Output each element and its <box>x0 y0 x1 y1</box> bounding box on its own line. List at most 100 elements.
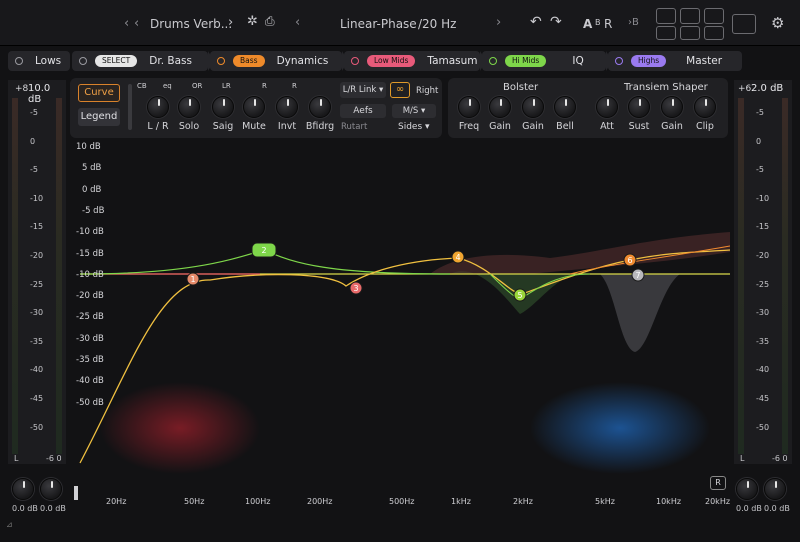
ms-select[interactable]: M/S ▾ <box>392 104 436 118</box>
transient-knob[interactable] <box>661 96 683 118</box>
band-dr-bass[interactable]: SELECT Dr. Bass <box>72 51 214 71</box>
prev-mode-icon[interactable]: ‹ <box>295 15 300 30</box>
phase-mode-value: /20 Hz <box>418 17 457 31</box>
eq-node-label: 4 <box>455 253 460 262</box>
channel-scroll-handle[interactable] <box>128 84 132 130</box>
db-label: -10 dB <box>76 269 104 280</box>
channel-knob[interactable] <box>309 96 331 118</box>
lr-link-select[interactable]: L/R Link ▾ <box>340 82 386 98</box>
meter-scale-label: -45 <box>30 394 44 403</box>
phase-mode[interactable]: Linear-Phase <box>340 17 417 31</box>
band-name: Dr. Bass <box>149 55 192 67</box>
db-label: -50 dB <box>76 397 104 408</box>
transient-knob[interactable] <box>628 96 650 118</box>
next-mode-icon[interactable]: › <box>496 15 501 30</box>
right-knob-2[interactable] <box>764 478 786 500</box>
aefs-button[interactable]: Aefs <box>340 104 386 118</box>
channel-knob[interactable] <box>147 96 169 118</box>
eq-graph[interactable]: 1 2 3 4 5 6 7 <box>70 138 730 518</box>
eq-node-label: 2 <box>261 246 266 255</box>
bolster-knob[interactable] <box>522 96 544 118</box>
eq-node-label: 6 <box>627 256 632 265</box>
left-level-bar-r <box>56 98 62 454</box>
db-label: 0 dB <box>82 184 102 195</box>
left-knob-1-value: 0.0 dB <box>12 504 38 513</box>
meter-scale-label: -5 <box>30 165 38 175</box>
db-label: 10 dB <box>76 142 101 152</box>
ab-b[interactable]: B <box>595 18 601 27</box>
freq-label: 5kHz <box>595 497 615 506</box>
nav-back-icon[interactable]: ‹ <box>124 16 129 31</box>
right-knob-1[interactable] <box>736 478 758 500</box>
redo-icon[interactable]: ↷ <box>550 14 562 30</box>
eq-nodes: 1 2 3 4 5 6 7 <box>186 242 645 302</box>
band-low-mids[interactable]: Low Mids Tamasum <box>344 51 486 71</box>
next-preset-icon[interactable]: › <box>228 15 233 30</box>
band-highs[interactable]: Highs Master <box>608 51 742 71</box>
right-gain-readout[interactable]: 2.0 dB <box>751 83 783 94</box>
export-icon[interactable] <box>704 26 724 40</box>
link-icon[interactable] <box>656 26 676 40</box>
transient-knob[interactable] <box>596 96 618 118</box>
meter-scale-label: -5 <box>30 108 38 117</box>
band-pill: SELECT <box>95 55 138 67</box>
eq-node-6[interactable]: 6 <box>623 253 637 267</box>
eq-node-5[interactable]: 5 <box>513 288 527 302</box>
compare-icon[interactable] <box>680 26 700 40</box>
db-label: -30 dB <box>76 333 104 344</box>
eq-node-2[interactable]: 2 <box>251 242 277 258</box>
undo-icon[interactable]: ↶ <box>530 14 542 30</box>
bolster-knob[interactable] <box>489 96 511 118</box>
right-ch-r: -6 0 <box>772 454 788 463</box>
channel-knob[interactable] <box>178 96 200 118</box>
channel-small-label: LR <box>222 82 231 90</box>
left-knob-1[interactable] <box>12 478 34 500</box>
link-toggle-icon[interactable]: ∞ <box>390 82 410 98</box>
band-bass[interactable]: Bass Dynamics <box>210 51 348 71</box>
right-knob-1-value: 0.0 dB <box>736 504 762 513</box>
nav-back-icon-2[interactable]: ‹ <box>134 16 139 31</box>
eq-node-4[interactable]: 4 <box>451 250 465 264</box>
channel-knob[interactable] <box>276 96 298 118</box>
right-level-bar-l <box>738 98 744 454</box>
band-lows[interactable]: Lows <box>8 51 70 71</box>
preset-name[interactable]: Drums Verb... <box>150 17 232 31</box>
bolster-knob[interactable] <box>554 96 576 118</box>
window-icon[interactable] <box>704 8 724 24</box>
bolster-knob[interactable] <box>458 96 480 118</box>
band-name: IQ <box>572 55 584 67</box>
curve-button[interactable]: Curve <box>78 84 120 102</box>
channel-knob[interactable] <box>243 96 265 118</box>
meter-scale-label: -10 <box>30 193 44 203</box>
db-label: -25 dB <box>76 312 104 323</box>
resize-icon[interactable] <box>732 14 756 34</box>
bolster-title: Bolster <box>503 82 539 93</box>
eq-node-3[interactable]: 3 <box>349 281 363 295</box>
transient-title: Transiem Shaper <box>624 82 708 93</box>
band-name: Lows <box>35 55 62 67</box>
settings-gear-icon[interactable]: ⚙ <box>771 14 784 32</box>
eq-node-7[interactable]: 7 <box>631 268 645 282</box>
bypass-icon[interactable] <box>680 8 700 24</box>
sides-select[interactable]: Sides ▾ <box>398 122 430 132</box>
resize-corner-icon[interactable]: ⊿ <box>6 520 13 529</box>
ab-a[interactable]: A <box>583 17 592 31</box>
freq-label: 10kHz <box>656 497 682 506</box>
transient-knob[interactable] <box>694 96 716 118</box>
channel-small-label: CB <box>137 82 147 90</box>
channel-knob[interactable] <box>212 96 234 118</box>
band-hi-mids[interactable]: Hi Mids IQ <box>482 51 612 71</box>
eq-node-1[interactable]: 1 <box>186 272 200 286</box>
meter-scale-label: -45 <box>756 394 770 403</box>
ab-r[interactable]: R <box>604 17 612 31</box>
low-band-glow <box>100 382 260 474</box>
freq-label: 200Hz <box>307 497 333 506</box>
legend-button[interactable]: Legend <box>78 108 120 126</box>
gear-small-icon[interactable]: ✲ <box>247 14 258 29</box>
eq-node-label: 5 <box>517 291 522 300</box>
meter-scale-label: -35 <box>756 336 770 346</box>
save-icon[interactable]: ⎙ <box>265 14 275 29</box>
left-knob-2[interactable] <box>40 478 62 500</box>
grid-icon[interactable] <box>656 8 676 24</box>
ab-copy[interactable]: ›B <box>628 17 639 28</box>
